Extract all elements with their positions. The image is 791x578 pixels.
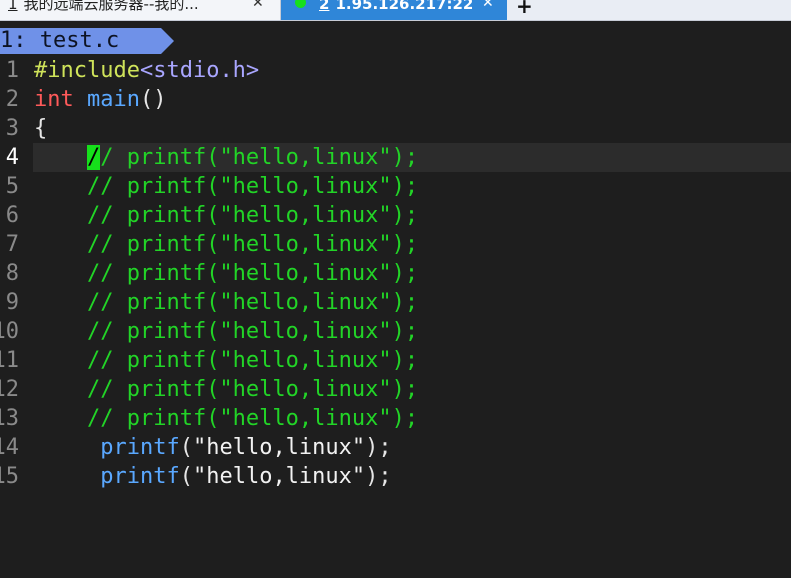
code-line: 10 // printf("hello,linux"); (0, 317, 791, 346)
function-name: printf (100, 464, 180, 489)
code-text: // printf("hello,linux"); (34, 375, 418, 404)
function-name: main (87, 87, 140, 112)
comment: // printf("hello,linux"); (86, 406, 419, 431)
code-text: int main() (34, 85, 166, 114)
comment: // printf("hello,linux"); (86, 174, 419, 199)
code-line: 6 // printf("hello,linux"); (0, 201, 791, 230)
header-name: <stdio.h> (139, 58, 260, 83)
function-name: printf (100, 435, 180, 460)
tab-title: 我的远端云服务器--我的... (23, 0, 199, 13)
brace: { (34, 116, 48, 141)
code-text: { (34, 114, 47, 143)
line-number: 11 (0, 348, 19, 373)
code-text: // printf("hello,linux"); (34, 143, 418, 172)
code-line: 5 // printf("hello,linux"); (0, 172, 791, 201)
line-number: 13 (0, 406, 19, 431)
line-number: 6 (5, 203, 19, 228)
comment: // printf("hello,linux"); (86, 203, 419, 228)
code-line: 15 printf("hello,linux"); (0, 462, 791, 491)
statusline-file: 1: test.c (0, 28, 161, 54)
code-text: // printf("hello,linux"); (34, 346, 418, 375)
punctuation: () (139, 87, 167, 112)
line-number: 14 (0, 435, 19, 460)
tab-number: 1 (8, 0, 18, 13)
line-number: 8 (5, 261, 19, 286)
code-line: 2 int main() (0, 85, 791, 114)
string-literal: "hello,linux" (192, 435, 366, 460)
punctuation: ( (179, 435, 193, 460)
line-number: 12 (0, 377, 19, 402)
code-text: // printf("hello,linux"); (34, 259, 418, 288)
code-line: 8 // printf("hello,linux"); (0, 259, 791, 288)
punctuation: ); (365, 435, 392, 460)
line-number: 15 (0, 464, 19, 489)
punctuation: ); (365, 464, 392, 489)
comment: // printf("hello,linux"); (86, 348, 419, 373)
code-line: 12 // printf("hello,linux"); (0, 375, 791, 404)
code-text: // printf("hello,linux"); (34, 201, 418, 230)
code-text: // printf("hello,linux"); (34, 230, 418, 259)
code-text: // printf("hello,linux"); (34, 404, 418, 433)
line-number: 7 (5, 232, 19, 257)
code-line: 11 // printf("hello,linux"); (0, 346, 791, 375)
comment: // printf("hello,linux"); (86, 319, 419, 344)
connected-dot-icon (295, 0, 306, 8)
code-line: 14 printf("hello,linux"); (0, 433, 791, 462)
comment: / printf("hello,linux"); (100, 145, 419, 170)
code-line-current: 4 // printf("hello,linux"); (0, 143, 791, 172)
line-number: 10 (0, 319, 19, 344)
close-icon[interactable]: ✕ (482, 0, 494, 10)
tab-title: 1.95.126.217:22 (335, 0, 474, 13)
tab-bar: 1 我的远端云服务器--我的... ✕ 2 1.95.126.217:22 ✕ + (0, 0, 791, 21)
comment: // printf("hello,linux"); (86, 290, 419, 315)
plus-icon[interactable]: + (516, 0, 533, 18)
code-text: printf("hello,linux"); (34, 433, 392, 462)
code-text: // printf("hello,linux"); (34, 172, 418, 201)
code-line: 3 { (0, 114, 791, 143)
tab-number: 2 (319, 0, 330, 13)
code-text: printf("hello,linux"); (34, 462, 392, 491)
code-text: #include<stdio.h> (34, 56, 259, 85)
tab-label-wrap: 2 1.95.126.217:22 (319, 0, 473, 12)
line-number: 5 (5, 174, 19, 199)
code-line: 9 // printf("hello,linux"); (0, 288, 791, 317)
comment: // printf("hello,linux"); (86, 232, 419, 257)
tab-label-wrap: 1 我的远端云服务器--我的... (8, 0, 199, 12)
code-text: // printf("hello,linux"); (34, 317, 418, 346)
code-line: 1 #include<stdio.h> (0, 56, 791, 85)
code-text: // printf("hello,linux"); (34, 288, 418, 317)
line-number: 9 (5, 290, 19, 315)
close-icon[interactable]: ✕ (252, 0, 264, 10)
code-line: 13 // printf("hello,linux"); (0, 404, 791, 433)
line-number: 1 (5, 58, 19, 83)
comment: // printf("hello,linux"); (86, 377, 419, 402)
code-editor[interactable]: 1 #include<stdio.h> 2 int main() 3 { 4 /… (0, 56, 791, 489)
tab-remote-server[interactable]: 1 我的远端云服务器--我的... ✕ (0, 0, 281, 20)
text-cursor: / (86, 145, 101, 170)
line-number: 2 (5, 87, 19, 112)
tab-active-session[interactable]: 2 1.95.126.217:22 ✕ (281, 0, 507, 20)
line-number: 4 (5, 145, 19, 170)
line-number: 3 (5, 116, 19, 141)
code-line: 7 // printf("hello,linux"); (0, 230, 791, 259)
string-literal: "hello,linux" (192, 464, 366, 489)
keyword: int (34, 87, 74, 112)
punctuation: ( (179, 464, 193, 489)
comment: // printf("hello,linux"); (86, 261, 419, 286)
statusline-arrow (161, 28, 174, 54)
preprocessor-directive: #include (34, 58, 140, 83)
